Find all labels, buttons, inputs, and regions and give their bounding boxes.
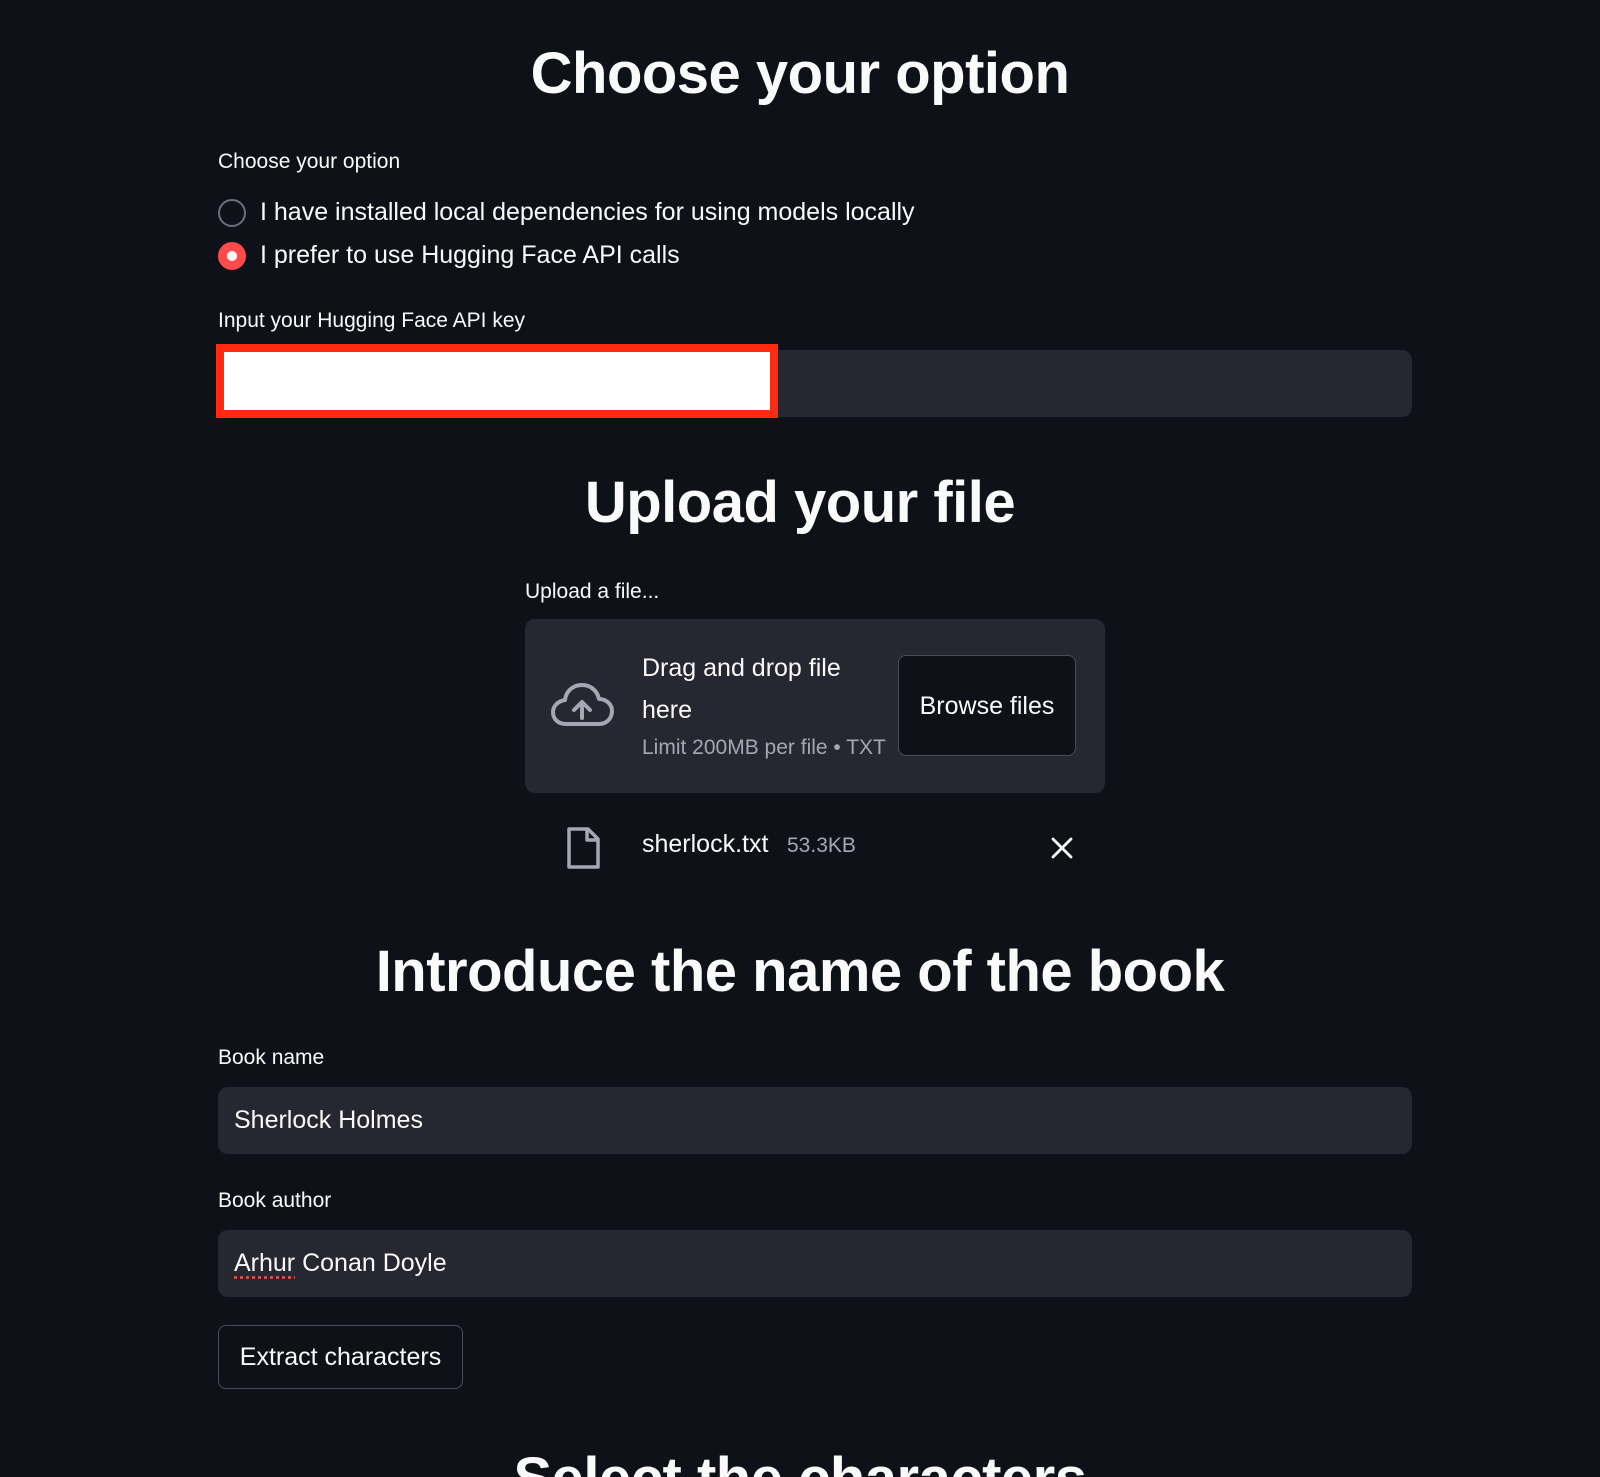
uploader-label: Upload a file... [525, 580, 660, 603]
extract-characters-button[interactable]: Extract characters [218, 1325, 463, 1389]
radio-option-api[interactable]: I prefer to use Hugging Face API calls [218, 241, 680, 270]
cloud-upload-icon [549, 681, 615, 734]
choose-option-heading: Choose your option [530, 41, 1070, 106]
book-name-heading: Introduce the name of the book [375, 939, 1225, 1004]
option-radio-label: Choose your option [218, 150, 401, 173]
close-icon[interactable] [1051, 837, 1073, 864]
radio-button-api[interactable] [218, 241, 246, 270]
uploaded-file-row: sherlock.txt 53.3KB [525, 820, 1105, 876]
radio-option-local-label: I have installed local dependencies for … [260, 198, 915, 226]
book-author-input[interactable]: Arhur Conan Doyle [218, 1230, 1412, 1297]
book-author-label: Book author [218, 1189, 332, 1212]
radio-button-local[interactable] [218, 198, 246, 227]
misspelled-word: Arhur [234, 1249, 296, 1277]
radio-option-api-label: I prefer to use Hugging Face API calls [260, 241, 680, 269]
dropzone-instructions: Drag and drop file here [642, 654, 841, 724]
redaction-box [216, 344, 778, 418]
browse-files-button[interactable]: Browse files [898, 655, 1076, 756]
api-key-label: Input your Hugging Face API key [218, 309, 526, 332]
uploaded-file-size: 53.3KB [787, 834, 856, 857]
dropzone-limit-text: Limit 200MB per file • TXT [642, 736, 886, 759]
book-name-label: Book name [218, 1046, 325, 1069]
select-characters-heading: Select the characters [0, 1445, 1600, 1477]
uploaded-file-name: sherlock.txt [642, 830, 769, 858]
author-rest: Conan Doyle [295, 1249, 447, 1277]
file-dropzone[interactable]: Drag and drop file here Limit 200MB per … [525, 619, 1105, 793]
radio-option-local[interactable]: I have installed local dependencies for … [218, 198, 915, 227]
file-icon [565, 826, 601, 875]
upload-heading: Upload your file [584, 470, 1016, 535]
book-name-input[interactable] [218, 1087, 1412, 1154]
